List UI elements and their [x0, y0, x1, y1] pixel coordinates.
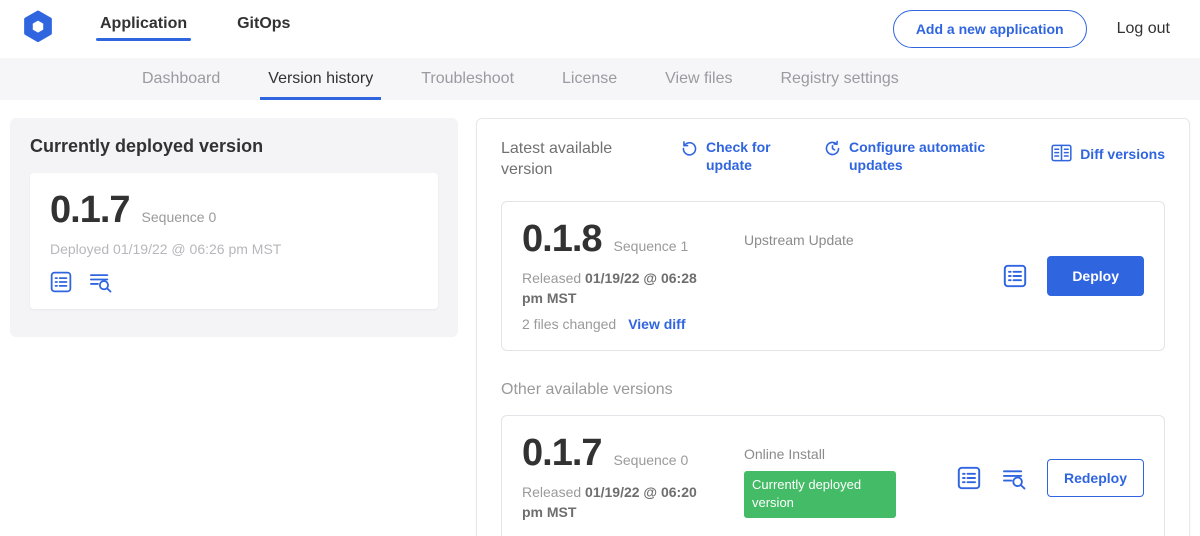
subnav-item-registry-settings[interactable]: Registry settings — [756, 58, 922, 100]
deployed-date-text: Deployed 01/19/22 @ 06:26 pm MST — [50, 241, 418, 257]
subnav-item-troubleshoot[interactable]: Troubleshoot — [397, 58, 538, 100]
tab-gitops[interactable]: GitOps — [235, 9, 292, 49]
main-content: Currently deployed version 0.1.7 Sequenc… — [0, 100, 1200, 536]
check-for-update-button[interactable]: Check for update — [681, 139, 778, 174]
released-label: Released — [522, 484, 581, 500]
replicated-logo-icon — [22, 10, 54, 49]
latest-source-label: Upstream Update — [734, 220, 995, 333]
configure-automatic-updates-label: Configure automatic updates — [849, 139, 989, 174]
currently-deployed-badge: Currently deployed version — [744, 471, 896, 517]
currently-deployed-panel: Currently deployed version 0.1.7 Sequenc… — [10, 118, 458, 337]
redeploy-button[interactable]: Redeploy — [1047, 459, 1144, 497]
other-released-text: Released 01/19/22 @ 06:20 pm MST — [522, 482, 714, 523]
released-label: Released — [522, 270, 581, 286]
diff-versions-label: Diff versions — [1080, 146, 1165, 164]
app-logo — [22, 11, 56, 47]
other-available-versions-heading: Other available versions — [501, 381, 1165, 399]
other-sequence-label: Sequence 0 — [614, 452, 689, 468]
subnav-item-version-history[interactable]: Version history — [244, 58, 397, 100]
other-version-number: 0.1.7 — [522, 434, 602, 472]
refresh-icon — [681, 139, 698, 162]
available-versions-panel: Latest available version Check for updat… — [476, 118, 1190, 536]
file-search-icon[interactable] — [88, 271, 113, 293]
deployed-sequence-label: Sequence 0 — [142, 209, 217, 225]
latest-version-number: 0.1.8 — [522, 220, 602, 258]
latest-version-card: 0.1.8 Sequence 1 Released 01/19/22 @ 06:… — [501, 201, 1165, 352]
checklist-icon[interactable] — [957, 466, 981, 490]
top-navbar: Application GitOps Add a new application… — [0, 0, 1200, 58]
tab-application[interactable]: Application — [98, 9, 189, 49]
logout-button[interactable]: Log out — [1117, 20, 1170, 38]
latest-released-text: Released 01/19/22 @ 06:28 pm MST — [522, 268, 714, 309]
diff-versions-icon — [1051, 143, 1072, 167]
deployed-version-card: 0.1.7 Sequence 0 Deployed 01/19/22 @ 06:… — [30, 173, 438, 309]
app-subnav: Dashboard Version history Troubleshoot L… — [0, 58, 1200, 100]
subnav-item-dashboard[interactable]: Dashboard — [118, 58, 244, 100]
diff-versions-button[interactable]: Diff versions — [1051, 143, 1165, 167]
add-application-button[interactable]: Add a new application — [893, 10, 1087, 48]
latest-available-title: Latest available version — [501, 139, 633, 181]
checklist-icon[interactable] — [50, 271, 72, 293]
deployed-version-number: 0.1.7 — [50, 191, 130, 229]
file-search-icon[interactable] — [1001, 467, 1027, 490]
subnav-item-license[interactable]: License — [538, 58, 641, 100]
subnav-item-view-files[interactable]: View files — [641, 58, 756, 100]
latest-sequence-label: Sequence 1 — [614, 238, 689, 254]
other-source-label: Online Install — [744, 446, 941, 462]
other-version-card: 0.1.7 Sequence 0 Released 01/19/22 @ 06:… — [501, 415, 1165, 536]
configure-automatic-updates-button[interactable]: Configure automatic updates — [824, 139, 989, 174]
currently-deployed-title: Currently deployed version — [30, 136, 438, 157]
files-changed-text: 2 files changed — [522, 316, 616, 332]
deploy-button[interactable]: Deploy — [1047, 256, 1144, 296]
checklist-icon[interactable] — [1003, 264, 1027, 288]
auto-update-icon — [824, 139, 841, 162]
view-diff-link[interactable]: View diff — [628, 316, 685, 332]
check-for-update-label: Check for update — [706, 139, 778, 174]
